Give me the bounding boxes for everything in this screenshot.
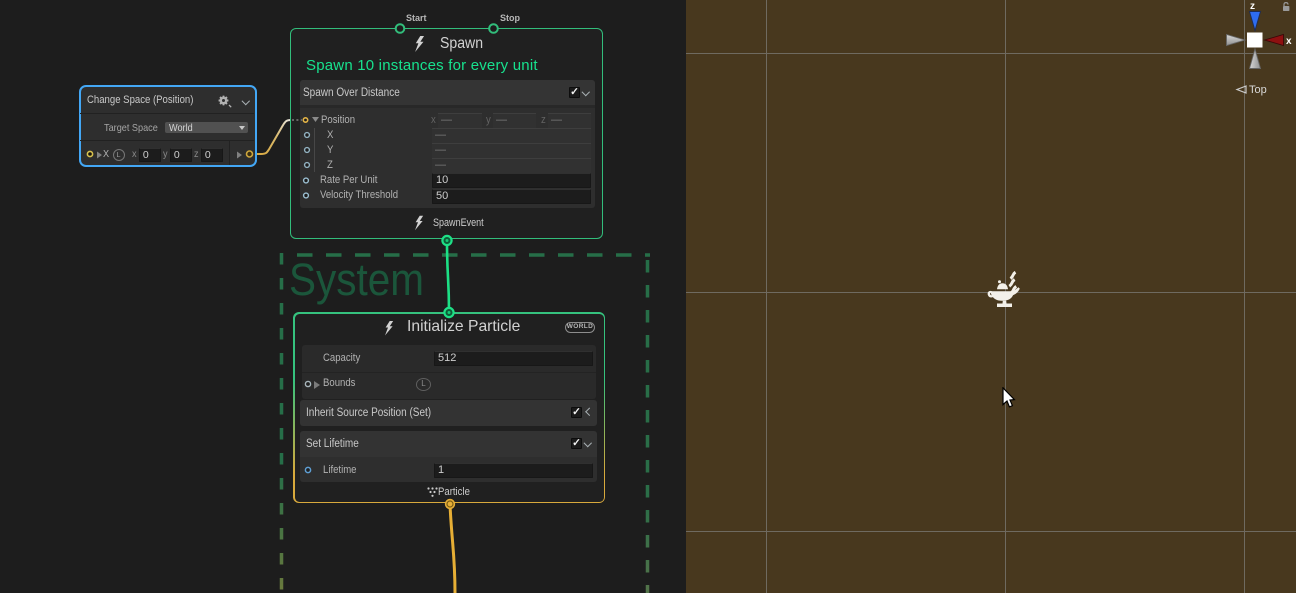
svg-text:z: z xyxy=(1250,1,1255,12)
svg-text:x: x xyxy=(1286,36,1292,47)
